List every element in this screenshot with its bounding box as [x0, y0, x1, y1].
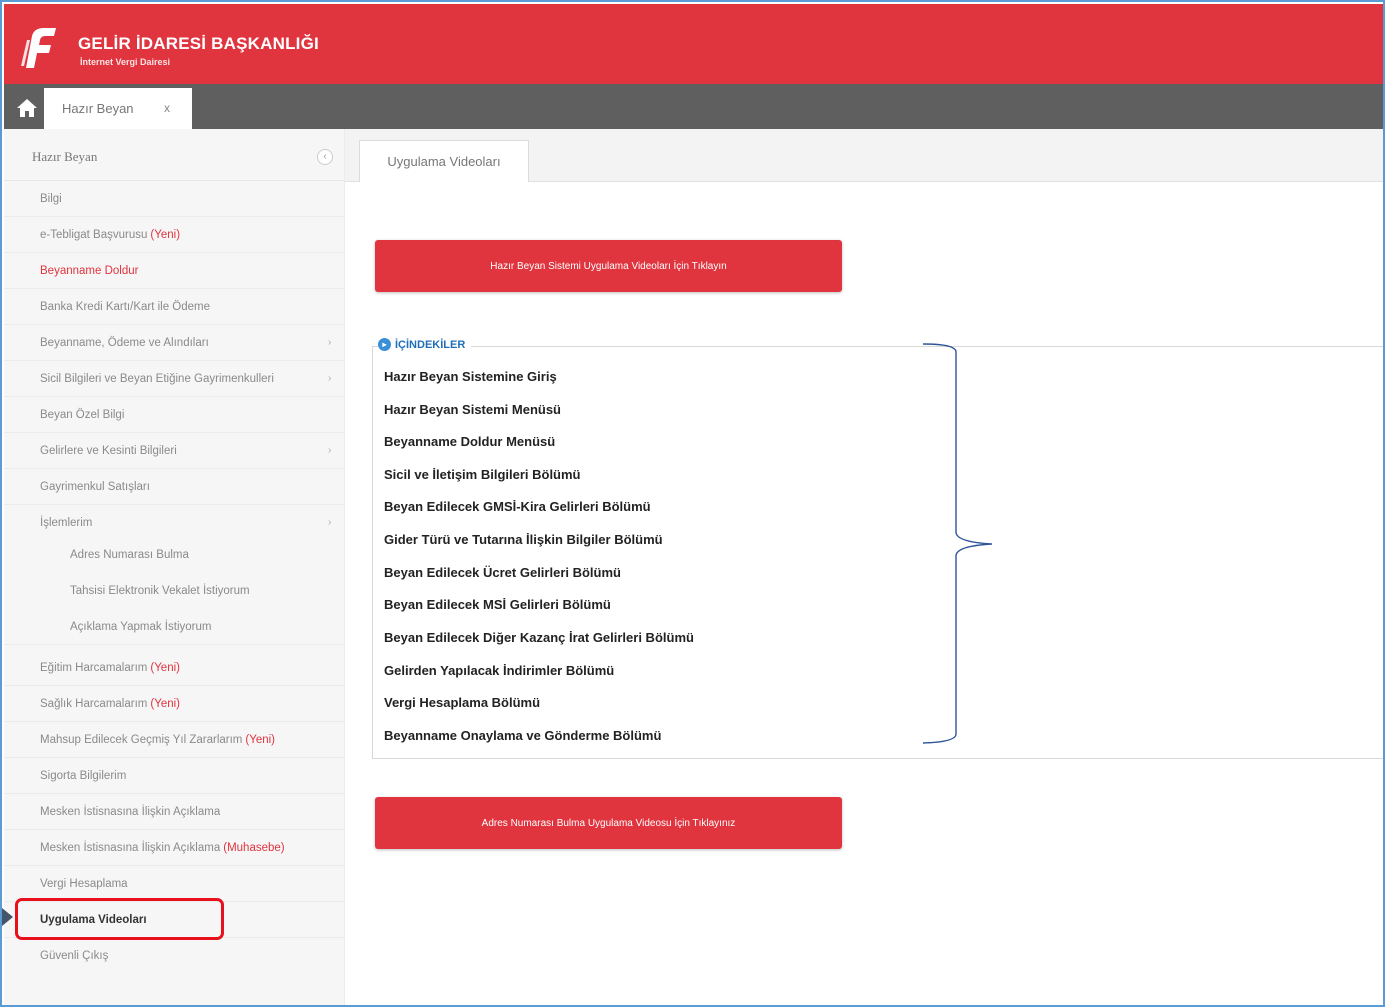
tab-bar: Hazır Beyan x	[4, 84, 1383, 129]
sidebar-item-label: Beyanname, Ödeme ve Alındıları	[40, 336, 209, 349]
toc-item[interactable]: Hazır Beyan Sistemi Menüsü	[384, 402, 561, 417]
toc-item[interactable]: Gelirden Yapılacak İndirimler Bölümü	[384, 663, 614, 678]
toc-item[interactable]: Beyanname Doldur Menüsü	[384, 434, 555, 449]
sidebar-item-islemlerim[interactable]: İşlemlerim ›	[4, 505, 345, 541]
toc-item[interactable]: Beyan Edilecek Ücret Gelirleri Bölümü	[384, 565, 621, 580]
sidebar-item-gecmis-yil-zararlari[interactable]: Mahsup Edilecek Geçmiş Yıl Zararlarım (Y…	[4, 722, 345, 758]
sidebar-item-beyanname-odeme[interactable]: Beyanname, Ödeme ve Alındıları ›	[4, 325, 345, 361]
new-badge: (Yeni)	[150, 661, 180, 674]
sidebar-item-label: Mesken İstisnasına İlişkin Açıklama	[40, 841, 221, 854]
sidebar-collapse-button[interactable]: ‹	[317, 149, 333, 165]
sidebar-item-label: Beyan Özel Bilgi	[40, 408, 125, 421]
sidebar-item-label: e-Tebligat Başvurusu	[40, 228, 148, 241]
sidebar-item-label: Tahsisi Elektronik Vekalet İstiyorum	[70, 585, 250, 597]
sidebar-item-label: Açıklama Yapmak İstiyorum	[70, 620, 212, 633]
hazir-beyan-videos-button[interactable]: Hazır Beyan Sistemi Uygulama Videoları İ…	[375, 240, 842, 292]
sidebar: Hazır Beyan ‹ Bilgi e-Tebligat Başvurusu…	[4, 129, 345, 1005]
muhasebe-badge: (Muhasebe)	[223, 841, 285, 854]
curly-brace-annotation	[922, 343, 993, 744]
adres-numarasi-video-button[interactable]: Adres Numarası Bulma Uygulama Videosu İç…	[375, 797, 842, 849]
sidebar-item-label: İşlemlerim	[40, 517, 93, 529]
sidebar-subitem-elektronik-vekalet[interactable]: Tahsisi Elektronik Vekalet İstiyorum	[4, 573, 345, 609]
toc-title: İÇİNDEKİLER	[395, 338, 466, 351]
sidebar-title: Hazır Beyan	[32, 149, 98, 164]
toc-item[interactable]: Beyan Edilecek MSİ Gelirleri Bölümü	[384, 597, 611, 612]
sidebar-item-label: Güvenli Çıkış	[40, 950, 109, 962]
new-badge: (Yeni)	[150, 697, 180, 710]
tab-close-button[interactable]: x	[164, 101, 170, 115]
sidebar-item-bilgi[interactable]: Bilgi	[4, 181, 345, 217]
tab-hazir-beyan[interactable]: Hazır Beyan x	[44, 88, 192, 129]
pointer-arrow-icon	[2, 908, 13, 926]
sidebar-item-label: Mahsup Edilecek Geçmiş Yıl Zararlarım	[40, 733, 243, 746]
sidebar-item-label: Mesken İstisnasına İlişkin Açıklama	[40, 805, 221, 818]
sidebar-item-vergi-hesaplama[interactable]: Vergi Hesaplama	[4, 866, 345, 902]
toc-item[interactable]: Vergi Hesaplama Bölümü	[384, 695, 540, 710]
toc-item[interactable]: Hazır Beyan Sistemine Giriş	[384, 369, 557, 384]
sidebar-header: Hazır Beyan ‹	[4, 129, 345, 181]
sidebar-subitem-adres-numarasi[interactable]: Adres Numarası Bulma	[4, 537, 345, 573]
toc-item[interactable]: Beyan Edilecek GMSİ-Kira Gelirleri Bölüm…	[384, 499, 651, 514]
sidebar-item-sigorta-bilgileri[interactable]: Sigorta Bilgilerim	[4, 758, 345, 794]
sidebar-item-label: Gelirlere ve Kesinti Bilgileri	[40, 444, 177, 457]
home-icon	[17, 99, 37, 117]
sidebar-subitem-aciklama[interactable]: Açıklama Yapmak İstiyorum	[4, 609, 345, 645]
chevron-icon: ›	[328, 445, 332, 456]
sidebar-item-beyanname-doldur[interactable]: Beyanname Doldur	[4, 253, 345, 289]
gib-logo-icon	[21, 28, 56, 68]
toc-item[interactable]: Sicil ve İletişim Bilgileri Bölümü	[384, 467, 581, 482]
app-header: GELİR İDARESİ BAŞKANLIĞI İnternet Vergi …	[4, 4, 1383, 84]
chevron-icon: ›	[328, 517, 332, 528]
sidebar-item-label: Sağlık Harcamalarım	[40, 697, 148, 710]
sidebar-item-sicil-bilgileri[interactable]: Sicil Bilgileri ve Beyan Etiğine Gayrime…	[4, 361, 345, 397]
sidebar-item-label: Eğitim Harcamalarım	[40, 661, 148, 674]
active-item-highlight	[15, 898, 224, 940]
tab-label: Hazır Beyan	[62, 101, 134, 116]
info-icon: ▸	[378, 338, 391, 351]
sidebar-item-beyan-ozel-bilgi[interactable]: Beyan Özel Bilgi	[4, 397, 345, 433]
toc-legend: ▸ İÇİNDEKİLER	[378, 338, 472, 351]
home-button[interactable]	[10, 92, 44, 124]
chevron-icon: ›	[328, 337, 332, 348]
toc-item[interactable]: Gider Türü ve Tutarına İlişkin Bilgiler …	[384, 532, 663, 547]
sidebar-item-saglik-harcamalari[interactable]: Sağlık Harcamalarım (Yeni)	[4, 686, 345, 722]
sidebar-item-e-tebligat[interactable]: e-Tebligat Başvurusu (Yeni)	[4, 217, 345, 253]
sidebar-item-label: Vergi Hesaplama	[40, 877, 128, 890]
new-badge: (Yeni)	[245, 733, 276, 746]
sidebar-item-mesken-istisnasi-muhasebe[interactable]: Mesken İstisnasına İlişkin Açıklama (Muh…	[4, 830, 345, 866]
toc-item[interactable]: Beyan Edilecek Diğer Kazanç İrat Gelirle…	[384, 630, 694, 645]
sidebar-item-egitim-harcamalari[interactable]: Eğitim Harcamalarım (Yeni)	[4, 650, 345, 686]
tab-uygulama-videolari[interactable]: Uygulama Videoları	[359, 140, 529, 182]
sidebar-item-label: Sicil Bilgileri ve Beyan Etiğine Gayrime…	[40, 372, 274, 385]
brand-title: GELİR İDARESİ BAŞKANLIĞI	[78, 34, 319, 53]
sidebar-item-mesken-istisnasi[interactable]: Mesken İstisnasına İlişkin Açıklama	[4, 794, 345, 830]
sidebar-item-gayrimenkul-satislari[interactable]: Gayrimenkul Satışları	[4, 469, 345, 505]
toc-item[interactable]: Beyanname Onaylama ve Gönderme Bölümü	[384, 728, 661, 743]
sidebar-item-guvenli-cikis[interactable]: Güvenli Çıkış	[4, 938, 345, 974]
sidebar-item-label: Beyanname Doldur	[40, 264, 139, 277]
sidebar-item-kredi-karti-odeme[interactable]: Banka Kredi Kartı/Kart ile Ödeme	[4, 289, 345, 325]
sidebar-item-gelirler-kesinti[interactable]: Gelirlere ve Kesinti Bilgileri ›	[4, 433, 345, 469]
new-badge: (Yeni)	[150, 228, 181, 241]
sidebar-item-label: Adres Numarası Bulma	[70, 549, 189, 561]
sidebar-item-label: Banka Kredi Kartı/Kart ile Ödeme	[40, 300, 211, 313]
window-frame: GELİR İDARESİ BAŞKANLIĞI İnternet Vergi …	[0, 0, 1385, 1007]
sidebar-item-label: Gayrimenkul Satışları	[40, 480, 150, 493]
sidebar-item-label: Bilgi	[40, 192, 62, 205]
chevron-icon: ›	[328, 373, 332, 384]
brand-subtitle: İnternet Vergi Dairesi	[80, 57, 171, 67]
sidebar-item-label: Sigorta Bilgilerim	[40, 769, 127, 782]
